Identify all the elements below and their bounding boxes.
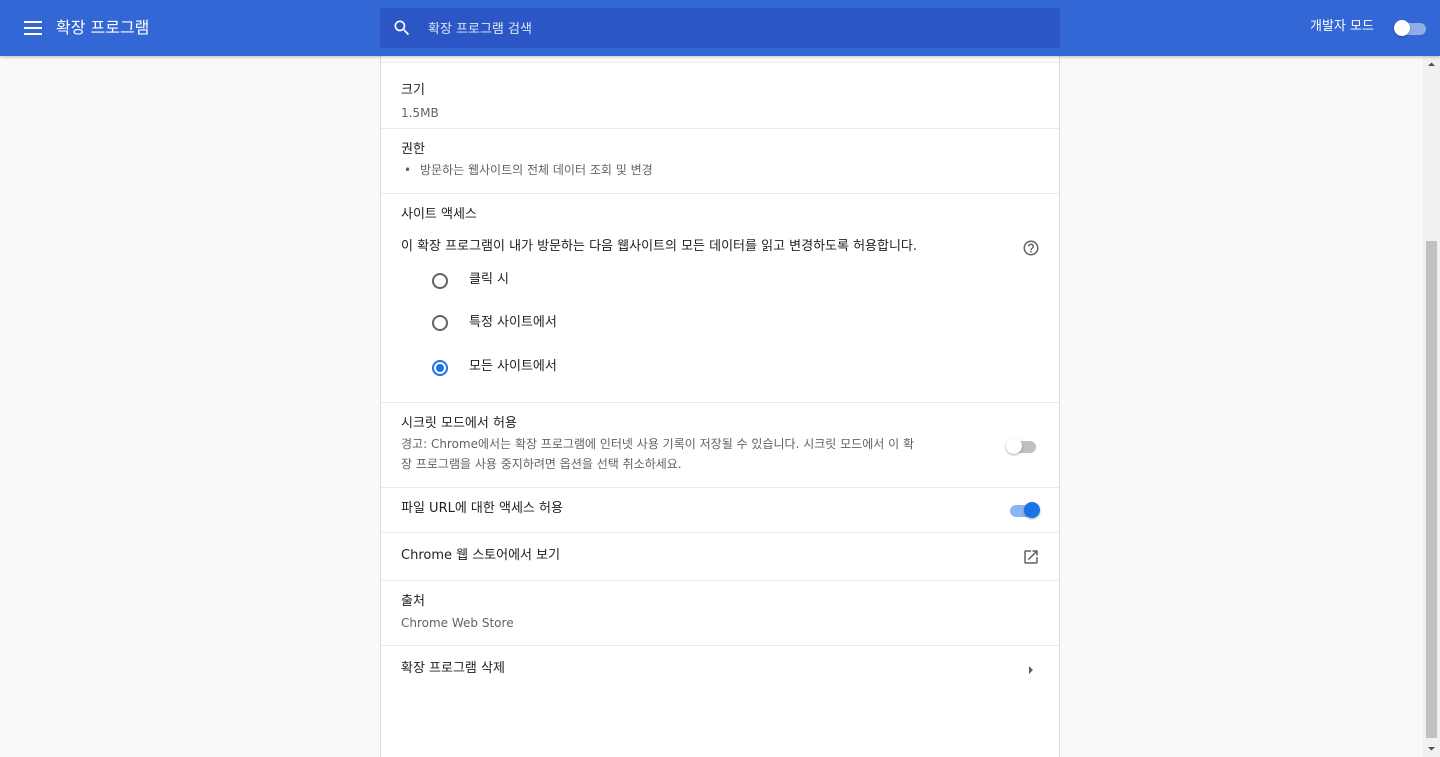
incognito-row: 시크릿 모드에서 허용 경고: Chrome에서는 확장 프로그램에 인터넷 사… xyxy=(381,402,1059,488)
radio-on-click[interactable] xyxy=(432,273,448,289)
remove-extension-label[interactable]: 확장 프로그램 삭제 xyxy=(401,660,505,678)
incognito-warning-line2: 장 프로그램을 사용 중지하려면 옵션을 선택 취소하세요. xyxy=(401,457,682,471)
permissions-row: 권한 방문하는 웹사이트의 전체 데이터 조회 및 변경 xyxy=(381,128,1059,194)
page-title: 확장 프로그램 xyxy=(56,18,150,37)
toggle-knob xyxy=(1024,502,1040,518)
site-access-description: 이 확장 프로그램이 내가 방문하는 다음 웹사이트의 모든 데이터를 읽고 변… xyxy=(401,239,918,254)
radio-specific-sites[interactable] xyxy=(432,315,448,331)
file-urls-toggle[interactable] xyxy=(1008,502,1042,518)
site-access-label: 사이트 액세스 xyxy=(401,207,477,222)
toggle-knob xyxy=(1006,438,1022,454)
open-in-new-icon[interactable] xyxy=(1022,548,1040,566)
extension-details-card: 크기 1.5MB 권한 방문하는 웹사이트의 전체 데이터 조회 및 변경 사이… xyxy=(380,56,1060,757)
scrollbar-thumb[interactable] xyxy=(1426,241,1437,738)
webstore-link-label[interactable]: Chrome 웹 스토어에서 보기 xyxy=(401,547,560,565)
menu-icon[interactable] xyxy=(24,18,44,38)
top-toolbar: 확장 프로그램 개발자 모드 xyxy=(0,0,1440,56)
radio-all-sites[interactable] xyxy=(432,360,448,376)
dev-mode-toggle[interactable] xyxy=(1394,20,1426,36)
remove-row[interactable]: 확장 프로그램 삭제 xyxy=(381,645,1059,693)
radio-label-on-click[interactable]: 클릭 시 xyxy=(469,271,509,289)
radio-label-specific-sites[interactable]: 특정 사이트에서 xyxy=(469,314,557,332)
site-access-row: 사이트 액세스 이 확장 프로그램이 내가 방문하는 다음 웹사이트의 모든 데… xyxy=(381,193,1059,403)
scroll-up-icon[interactable] xyxy=(1423,56,1440,73)
scroll-down-icon[interactable] xyxy=(1423,740,1440,757)
incognito-toggle[interactable] xyxy=(1006,438,1040,454)
size-row: 크기 1.5MB xyxy=(381,62,1059,128)
size-label: 크기 xyxy=(401,83,425,98)
source-row: 출처 Chrome Web Store xyxy=(381,580,1059,646)
permissions-label: 권한 xyxy=(401,142,425,157)
source-label: 출처 xyxy=(401,594,425,609)
dev-mode-label: 개발자 모드 xyxy=(1310,19,1374,34)
arrow-right-icon[interactable] xyxy=(1027,665,1035,675)
search-input[interactable] xyxy=(426,8,1030,50)
source-value: Chrome Web Store xyxy=(401,616,514,630)
search-box[interactable] xyxy=(380,8,1060,50)
file-urls-label: 파일 URL에 대한 액세스 허용 xyxy=(401,501,563,516)
radio-label-all-sites[interactable]: 모든 사이트에서 xyxy=(469,358,557,376)
search-icon xyxy=(394,20,410,36)
webstore-row[interactable]: Chrome 웹 스토어에서 보기 xyxy=(381,532,1059,580)
file-urls-row: 파일 URL에 대한 액세스 허용 xyxy=(381,487,1059,533)
scrollbar[interactable] xyxy=(1423,56,1440,757)
size-value: 1.5MB xyxy=(401,106,439,120)
incognito-label: 시크릿 모드에서 허용 xyxy=(401,416,517,431)
permission-item: 방문하는 웹사이트의 전체 데이터 조회 및 변경 xyxy=(404,161,653,179)
toggle-knob xyxy=(1394,20,1410,36)
incognito-warning-line1: 경고: Chrome에서는 확장 프로그램에 인터넷 사용 기록이 저장될 수 … xyxy=(401,437,914,451)
help-icon[interactable] xyxy=(1022,239,1040,257)
